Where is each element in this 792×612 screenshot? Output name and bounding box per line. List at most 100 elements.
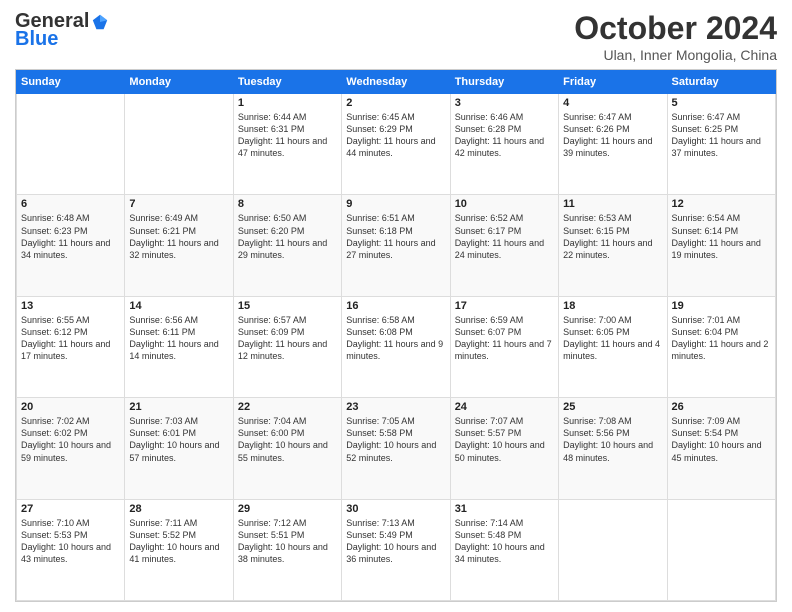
calendar-cell: 27 Sunrise: 7:10 AMSunset: 5:53 PMDayligh… (17, 499, 125, 600)
calendar-cell: 20 Sunrise: 7:02 AMSunset: 6:02 PMDayligh… (17, 398, 125, 499)
calendar-cell: 10 Sunrise: 6:52 AMSunset: 6:17 PMDayligh… (450, 195, 558, 296)
day-header-saturday: Saturday (667, 71, 775, 94)
day-info: Sunrise: 7:11 AMSunset: 5:52 PMDaylight:… (129, 517, 228, 566)
calendar-cell: 9 Sunrise: 6:51 AMSunset: 6:18 PMDaylight… (342, 195, 450, 296)
day-number: 1 (238, 97, 337, 109)
day-number: 5 (672, 97, 771, 109)
calendar-cell: 19 Sunrise: 7:01 AMSunset: 6:04 PMDayligh… (667, 296, 775, 397)
day-number: 6 (21, 198, 120, 210)
calendar-cell: 13 Sunrise: 6:55 AMSunset: 6:12 PMDayligh… (17, 296, 125, 397)
day-info: Sunrise: 7:05 AMSunset: 5:58 PMDaylight:… (346, 415, 445, 464)
day-number: 4 (563, 97, 662, 109)
day-number: 26 (672, 401, 771, 413)
day-number: 16 (346, 300, 445, 312)
day-number: 30 (346, 503, 445, 515)
calendar-cell: 30 Sunrise: 7:13 AMSunset: 5:49 PMDayligh… (342, 499, 450, 600)
day-info: Sunrise: 6:57 AMSunset: 6:09 PMDaylight:… (238, 314, 337, 363)
calendar-cell (125, 94, 233, 195)
day-info: Sunrise: 6:51 AMSunset: 6:18 PMDaylight:… (346, 212, 445, 261)
day-info: Sunrise: 6:55 AMSunset: 6:12 PMDaylight:… (21, 314, 120, 363)
day-header-monday: Monday (125, 71, 233, 94)
calendar-cell: 25 Sunrise: 7:08 AMSunset: 5:56 PMDayligh… (559, 398, 667, 499)
day-info: Sunrise: 7:07 AMSunset: 5:57 PMDaylight:… (455, 415, 554, 464)
day-number: 27 (21, 503, 120, 515)
calendar-cell: 5Sunrise: 6:47 AMSunset: 6:25 PMDaylight… (667, 94, 775, 195)
day-info: Sunrise: 6:58 AMSunset: 6:08 PMDaylight:… (346, 314, 445, 363)
day-info: Sunrise: 6:49 AMSunset: 6:21 PMDaylight:… (129, 212, 228, 261)
calendar-cell: 16 Sunrise: 6:58 AMSunset: 6:08 PMDayligh… (342, 296, 450, 397)
calendar-cell: 22Sunrise: 7:04 AMSunset: 6:00 PMDayligh… (233, 398, 341, 499)
day-info: Sunrise: 6:52 AMSunset: 6:17 PMDaylight:… (455, 212, 554, 261)
calendar-cell: 8 Sunrise: 6:50 AMSunset: 6:20 PMDaylight… (233, 195, 341, 296)
calendar-cell: 2Sunrise: 6:45 AMSunset: 6:29 PMDaylight… (342, 94, 450, 195)
day-number: 23 (346, 401, 445, 413)
day-number: 28 (129, 503, 228, 515)
calendar-cell: 28 Sunrise: 7:11 AMSunset: 5:52 PMDayligh… (125, 499, 233, 600)
day-info: Sunrise: 7:00 AMSunset: 6:05 PMDaylight:… (563, 314, 662, 363)
day-info: Sunrise: 7:03 AMSunset: 6:01 PMDaylight:… (129, 415, 228, 464)
day-info: Sunrise: 6:47 AMSunset: 6:26 PMDaylight:… (563, 111, 662, 160)
day-number: 8 (238, 198, 337, 210)
calendar-cell: 1 Sunrise: 6:44 AMSunset: 6:31 PMDaylight… (233, 94, 341, 195)
calendar-cell: 24 Sunrise: 7:07 AMSunset: 5:57 PMDayligh… (450, 398, 558, 499)
day-info: Sunrise: 7:14 AMSunset: 5:48 PMDaylight:… (455, 517, 554, 566)
calendar-cell: 11 Sunrise: 6:53 AMSunset: 6:15 PMDayligh… (559, 195, 667, 296)
day-number: 3 (455, 97, 554, 109)
day-number: 20 (21, 401, 120, 413)
calendar-cell: 31 Sunrise: 7:14 AMSunset: 5:48 PMDayligh… (450, 499, 558, 600)
day-info: Sunrise: 6:46 AMSunset: 6:28 PMDaylight:… (455, 111, 554, 160)
day-header-thursday: Thursday (450, 71, 558, 94)
day-number: 29 (238, 503, 337, 515)
calendar: SundayMondayTuesdayWednesdayThursdayFrid… (15, 69, 777, 602)
header: General Blue October 2024 Ulan, Inner Mo… (15, 10, 777, 63)
calendar-cell (667, 499, 775, 600)
day-header-friday: Friday (559, 71, 667, 94)
day-info: Sunrise: 6:44 AMSunset: 6:31 PMDaylight:… (238, 111, 337, 160)
day-number: 2 (346, 97, 445, 109)
page-subtitle: Ulan, Inner Mongolia, China (574, 47, 777, 63)
day-info: Sunrise: 7:12 AMSunset: 5:51 PMDaylight:… (238, 517, 337, 566)
day-number: 21 (129, 401, 228, 413)
day-info: Sunrise: 6:54 AMSunset: 6:14 PMDaylight:… (672, 212, 771, 261)
title-area: October 2024 Ulan, Inner Mongolia, China (574, 10, 777, 63)
day-number: 12 (672, 198, 771, 210)
calendar-cell (559, 499, 667, 600)
calendar-cell: 26 Sunrise: 7:09 AMSunset: 5:54 PMDayligh… (667, 398, 775, 499)
day-info: Sunrise: 6:56 AMSunset: 6:11 PMDaylight:… (129, 314, 228, 363)
calendar-cell: 6 Sunrise: 6:48 AMSunset: 6:23 PMDaylight… (17, 195, 125, 296)
calendar-cell: 3 Sunrise: 6:46 AMSunset: 6:28 PMDaylight… (450, 94, 558, 195)
day-number: 13 (21, 300, 120, 312)
calendar-cell: 4 Sunrise: 6:47 AMSunset: 6:26 PMDaylight… (559, 94, 667, 195)
day-number: 25 (563, 401, 662, 413)
page: General Blue October 2024 Ulan, Inner Mo… (0, 0, 792, 612)
day-header-sunday: Sunday (17, 71, 125, 94)
calendar-cell: 17 Sunrise: 6:59 AMSunset: 6:07 PMDayligh… (450, 296, 558, 397)
page-title: October 2024 (574, 10, 777, 47)
day-number: 19 (672, 300, 771, 312)
day-info: Sunrise: 6:50 AMSunset: 6:20 PMDaylight:… (238, 212, 337, 261)
day-info: Sunrise: 7:08 AMSunset: 5:56 PMDaylight:… (563, 415, 662, 464)
day-info: Sunrise: 7:13 AMSunset: 5:49 PMDaylight:… (346, 517, 445, 566)
day-number: 9 (346, 198, 445, 210)
calendar-cell: 21 Sunrise: 7:03 AMSunset: 6:01 PMDayligh… (125, 398, 233, 499)
day-number: 11 (563, 198, 662, 210)
calendar-cell: 29 Sunrise: 7:12 AMSunset: 5:51 PMDayligh… (233, 499, 341, 600)
day-number: 14 (129, 300, 228, 312)
day-info: Sunrise: 6:59 AMSunset: 6:07 PMDaylight:… (455, 314, 554, 363)
day-number: 10 (455, 198, 554, 210)
day-info: Sunrise: 7:10 AMSunset: 5:53 PMDaylight:… (21, 517, 120, 566)
calendar-cell: 15Sunrise: 6:57 AMSunset: 6:09 PMDayligh… (233, 296, 341, 397)
day-number: 18 (563, 300, 662, 312)
calendar-cell (17, 94, 125, 195)
day-info: Sunrise: 7:09 AMSunset: 5:54 PMDaylight:… (672, 415, 771, 464)
day-info: Sunrise: 7:02 AMSunset: 6:02 PMDaylight:… (21, 415, 120, 464)
day-number: 24 (455, 401, 554, 413)
calendar-cell: 23 Sunrise: 7:05 AMSunset: 5:58 PMDayligh… (342, 398, 450, 499)
calendar-cell: 14 Sunrise: 6:56 AMSunset: 6:11 PMDayligh… (125, 296, 233, 397)
day-info: Sunrise: 6:48 AMSunset: 6:23 PMDaylight:… (21, 212, 120, 261)
day-number: 17 (455, 300, 554, 312)
day-info: Sunrise: 7:01 AMSunset: 6:04 PMDaylight:… (672, 314, 771, 363)
day-info: Sunrise: 6:53 AMSunset: 6:15 PMDaylight:… (563, 212, 662, 261)
day-number: 31 (455, 503, 554, 515)
day-info: Sunrise: 7:04 AMSunset: 6:00 PMDaylight:… (238, 415, 337, 464)
